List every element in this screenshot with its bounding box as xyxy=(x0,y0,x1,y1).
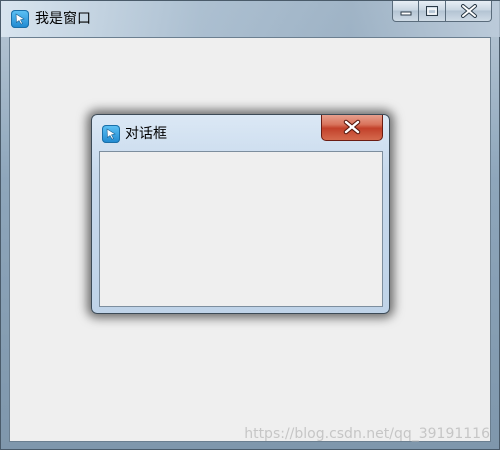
main-titlebar[interactable]: 我是窗口 xyxy=(1,1,500,37)
minimize-button[interactable] xyxy=(392,1,419,22)
app-cursor-icon xyxy=(102,125,120,143)
close-icon xyxy=(460,4,477,18)
maximize-button[interactable] xyxy=(419,1,446,22)
dialog-window: 对话框 xyxy=(91,114,390,314)
caption-buttons xyxy=(392,1,492,23)
dialog-client-area xyxy=(99,151,383,307)
dialog-close-button[interactable] xyxy=(321,115,383,141)
maximize-icon xyxy=(426,6,438,16)
close-button[interactable] xyxy=(446,1,492,22)
window-title: 我是窗口 xyxy=(35,11,91,27)
dialog-title: 对话框 xyxy=(125,126,167,142)
close-icon xyxy=(343,119,361,135)
app-cursor-icon xyxy=(11,10,29,28)
watermark-text: https://blog.csdn.net/qq_39191116 xyxy=(244,426,490,442)
minimize-icon xyxy=(400,11,411,16)
